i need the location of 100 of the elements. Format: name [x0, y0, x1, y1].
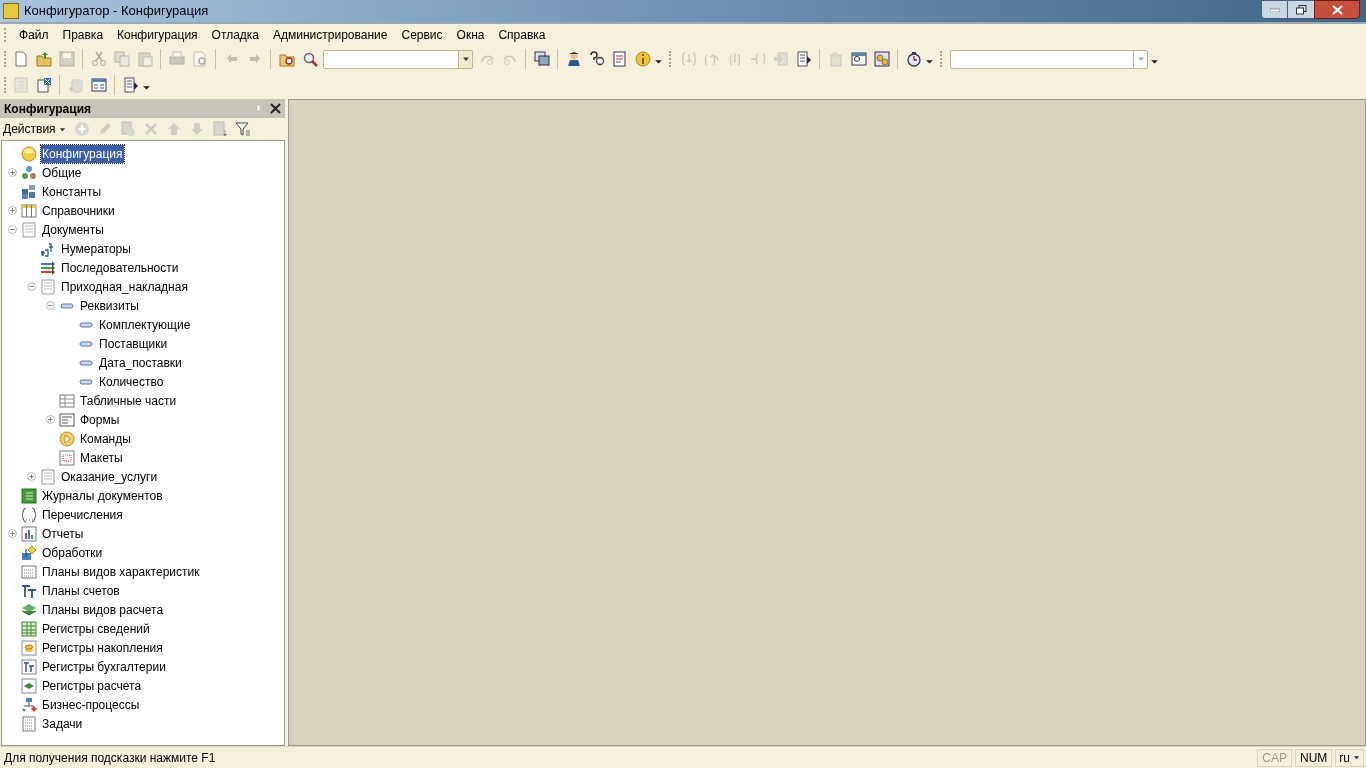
search-combo-field[interactable]	[323, 49, 473, 69]
tree-item[interactable]: Регистры бухгалтерии	[41, 657, 167, 676]
status-indicator: CAP	[1257, 748, 1292, 767]
tree-item[interactable]: Табличные части	[79, 391, 178, 410]
tree-item[interactable]: Журналы документов	[41, 486, 164, 505]
document-arrow-icon	[122, 77, 139, 93]
close-icon[interactable]	[270, 103, 281, 114]
windows-icon	[533, 51, 550, 67]
database-icon	[67, 77, 84, 93]
tree-item[interactable]: Регистры расчета	[41, 676, 143, 695]
expand-icon[interactable]	[8, 168, 17, 177]
circles-icon	[21, 164, 37, 181]
numbers-icon	[40, 240, 56, 257]
gears-icon	[873, 51, 890, 67]
dropdown-arrow-icon[interactable]	[461, 55, 470, 63]
pin-icon[interactable]	[256, 104, 262, 113]
tree-item[interactable]: Справочники	[41, 201, 116, 220]
status-indicator: NUM	[1295, 748, 1333, 767]
caret-icon	[1353, 754, 1360, 761]
collapse-icon[interactable]	[46, 301, 55, 310]
menu-item[interactable]: Администрирование	[266, 25, 395, 45]
expand-icon[interactable]	[27, 472, 36, 481]
list-icon	[21, 715, 37, 732]
collapse-icon[interactable]	[27, 282, 36, 291]
flowchart-icon	[21, 696, 37, 713]
tree-item[interactable]: Поставщики	[98, 334, 169, 353]
tree-item[interactable]: Планы видов характеристик	[41, 562, 201, 581]
tree-item[interactable]: Документы	[41, 220, 105, 239]
columns-icon	[21, 202, 37, 219]
menu-item[interactable]: Отладка	[204, 25, 267, 45]
register-grid-icon	[21, 620, 37, 637]
copy-add-icon	[119, 121, 136, 137]
menu-item[interactable]: Файл	[12, 25, 56, 45]
close-button[interactable]	[1314, 0, 1360, 19]
gear-arrow-icon	[21, 544, 37, 561]
document-icon	[21, 221, 37, 238]
language-selector[interactable]: ru	[1335, 748, 1364, 767]
expand-icon[interactable]	[46, 415, 55, 424]
tree-item[interactable]: Задачи	[41, 714, 84, 733]
filter-icon	[234, 121, 251, 137]
template-icon	[59, 449, 75, 466]
tree-item[interactable]: Общие	[41, 163, 83, 182]
grid-icon	[21, 563, 37, 580]
bar-chart-icon	[21, 525, 37, 542]
expand-icon[interactable]	[8, 206, 17, 215]
window-title: Конфигуратор - Конфигурация	[24, 2, 209, 21]
sort-icon	[211, 121, 228, 137]
restore-icon	[1295, 4, 1307, 15]
menu-item[interactable]: Сервис	[394, 25, 450, 45]
scissors-icon	[90, 51, 107, 67]
book-icon	[611, 51, 628, 67]
tree-item[interactable]: Константы	[41, 182, 103, 201]
menu-item[interactable]: Правка	[55, 25, 111, 45]
tree-item[interactable]: Формы	[79, 410, 121, 429]
minimize-button[interactable]	[1261, 0, 1288, 19]
tree-item[interactable]: Обработки	[41, 543, 104, 562]
tree-item[interactable]: Бизнес-процессы	[41, 695, 141, 714]
expand-icon[interactable]	[8, 529, 17, 538]
minimize-icon	[1269, 7, 1280, 12]
stopwatch-icon	[905, 51, 922, 67]
tree-item[interactable]: Приходная_накладная	[60, 277, 189, 296]
tree-item[interactable]: Команды	[79, 429, 132, 448]
search-combo-field[interactable]	[950, 49, 1148, 69]
journal-icon	[21, 487, 37, 504]
document-arrow-icon	[795, 51, 812, 67]
arrows-icon	[40, 259, 56, 276]
menu-item[interactable]: Окна	[449, 25, 492, 45]
restore-button[interactable]	[1288, 0, 1314, 19]
menu-item[interactable]: Конфигурация	[110, 25, 205, 45]
table-icon	[59, 392, 75, 409]
tree-item[interactable]: Количество	[98, 372, 165, 391]
tree-item[interactable]: Нумераторы	[60, 239, 132, 258]
tree-item[interactable]: Конфигурация	[41, 144, 124, 163]
tree-item[interactable]: Последовательности	[60, 258, 180, 277]
actions-menu-button[interactable]: Действия	[3, 120, 66, 138]
tree-item[interactable]: Планы счетов	[41, 581, 121, 600]
tree-item[interactable]: Планы видов расчета	[41, 600, 165, 619]
add-icon	[73, 121, 90, 137]
document-close-icon	[35, 77, 52, 93]
collapse-icon[interactable]	[8, 225, 17, 234]
form-icon	[59, 411, 75, 428]
tree-item[interactable]: Регистры накопления	[41, 638, 164, 657]
info-icon	[634, 51, 651, 67]
filter-button[interactable]	[233, 120, 252, 138]
tree-item[interactable]: Дата_поставки	[98, 353, 183, 372]
graduate-icon	[565, 51, 582, 67]
form-icon	[90, 77, 107, 93]
menu-item[interactable]: Справка	[491, 25, 553, 45]
tree-item[interactable]: Перечисления	[41, 505, 124, 524]
tree-item[interactable]: Отчеты	[41, 524, 85, 543]
document-icon	[12, 77, 29, 93]
tree-item[interactable]: Оказание_услуги	[60, 467, 159, 486]
tree-item[interactable]: Регистры сведений	[41, 619, 151, 638]
tree-item[interactable]: Реквизиты	[79, 296, 140, 315]
tree-item[interactable]: Комплектующие	[98, 315, 192, 334]
save-icon	[58, 51, 75, 67]
tree-item[interactable]: Макеты	[79, 448, 124, 467]
step-over-icon	[703, 51, 720, 67]
circle-icon	[21, 145, 37, 162]
letters-t-icon	[21, 658, 37, 675]
